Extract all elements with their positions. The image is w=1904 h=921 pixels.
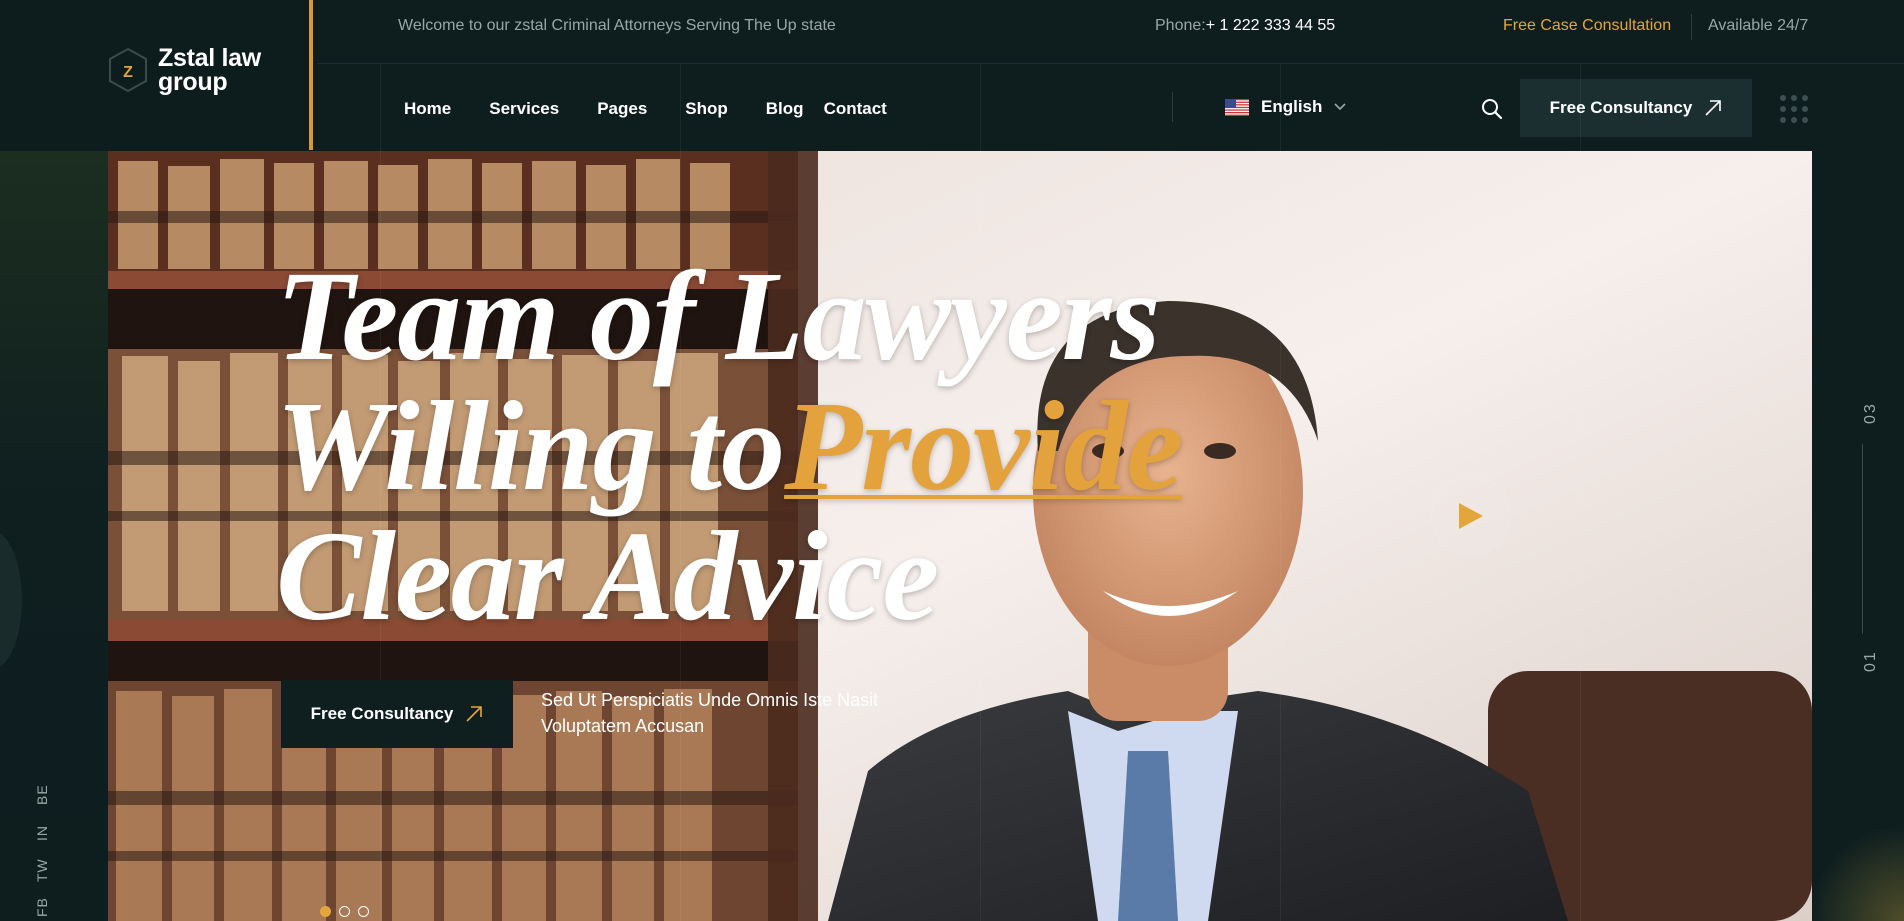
grid-line xyxy=(1580,64,1581,921)
arrow-up-right-icon xyxy=(466,706,483,722)
logo-mark-letter: Z xyxy=(123,64,133,81)
logo-name-line2: group xyxy=(158,68,228,96)
nav-item-contact[interactable]: Contact xyxy=(824,99,887,119)
phone-info[interactable]: Phone:+ 1 222 333 44 55 xyxy=(1155,17,1335,35)
brand-column: Z Zstal law group xyxy=(0,0,313,150)
main-nav: Home Services Pages Shop Blog Contact En… xyxy=(317,64,1904,150)
grid-line xyxy=(1280,64,1281,921)
nav-item-services[interactable]: Services xyxy=(489,99,559,119)
pager-dot-2[interactable] xyxy=(339,906,350,917)
arrow-up-right-icon xyxy=(1705,100,1722,116)
top-bar: Welcome to our zstal Criminal Attorneys … xyxy=(317,0,1904,64)
chevron-down-icon xyxy=(1334,103,1346,111)
hero-title-line3: Clear Advice xyxy=(276,505,939,647)
welcome-text: Welcome to our zstal Criminal Attorneys … xyxy=(398,17,836,34)
right-rail xyxy=(1812,151,1904,921)
social-in[interactable]: IN xyxy=(34,825,50,841)
hero-cta-label: Free Consultancy xyxy=(310,704,454,723)
slide-total: 03 xyxy=(1862,402,1879,424)
phone-number[interactable]: + 1 222 333 44 55 xyxy=(1206,17,1335,34)
nav-item-home[interactable]: Home xyxy=(404,99,451,119)
slide-current: 01 xyxy=(1862,650,1879,672)
phone-label: Phone: xyxy=(1155,17,1206,34)
nav-item-shop[interactable]: Shop xyxy=(685,99,728,119)
hero-free-consultancy-button[interactable]: Free Consultancy xyxy=(281,680,513,748)
us-flag-icon xyxy=(1225,98,1249,116)
language-selector[interactable]: English xyxy=(1225,97,1346,117)
right-glow xyxy=(1812,820,1904,921)
pager-dot-1[interactable] xyxy=(320,906,331,917)
nav-links: Home Services Pages Shop Blog Contact xyxy=(404,99,887,119)
logo[interactable]: Z Zstal law group xyxy=(106,44,261,96)
hero-description-line1: Sed Ut Perspiciatis Unde Omnis Iste Nasi… xyxy=(541,690,879,710)
hero-title-line2-plain: Willing to xyxy=(276,375,785,517)
logo-name-line1: Zstal law xyxy=(158,44,261,72)
hero-title-accent: Provide xyxy=(784,375,1183,517)
menu-grid-icon[interactable] xyxy=(1779,94,1809,124)
free-consultancy-label: Free Consultancy xyxy=(1549,98,1693,117)
search-icon[interactable] xyxy=(1481,98,1503,120)
pager-dot-3[interactable] xyxy=(358,906,369,917)
social-fb[interactable]: FB xyxy=(34,897,50,917)
hero-title-line1: Team of Lawyers xyxy=(276,245,1160,387)
free-case-consultation-link[interactable]: Free Case Consultation xyxy=(1503,17,1671,35)
logo-mark-icon: Z xyxy=(109,47,147,93)
hero-title: Team of Lawyers Willing toProvide Clear … xyxy=(276,245,1183,647)
nav-divider xyxy=(1172,92,1173,122)
hero-description-line2: Voluptatem Accusan xyxy=(541,716,705,736)
play-icon xyxy=(1459,503,1483,529)
hero-pager xyxy=(320,906,369,917)
language-label: English xyxy=(1261,97,1323,116)
nav-item-pages[interactable]: Pages xyxy=(597,99,647,119)
play-video-button[interactable] xyxy=(1431,476,1511,556)
social-tw[interactable]: TW xyxy=(34,858,50,882)
hero-description: Sed Ut Perspiciatis Unde Omnis Iste Nasi… xyxy=(541,687,921,739)
slide-progress-line xyxy=(1862,444,1863,634)
nav-item-blog[interactable]: Blog xyxy=(766,99,804,119)
topbar-divider xyxy=(1691,14,1692,40)
availability-text: Available 24/7 xyxy=(1708,17,1809,34)
logo-text: Zstal law group xyxy=(158,44,261,96)
hero-title-line2: Willing toProvide xyxy=(276,381,1183,511)
hero-section: Team of Lawyers Willing toProvide Clear … xyxy=(108,151,1812,921)
free-consultancy-button[interactable]: Free Consultancy xyxy=(1520,79,1752,137)
left-rail xyxy=(0,151,108,921)
social-be[interactable]: BE xyxy=(34,784,50,805)
